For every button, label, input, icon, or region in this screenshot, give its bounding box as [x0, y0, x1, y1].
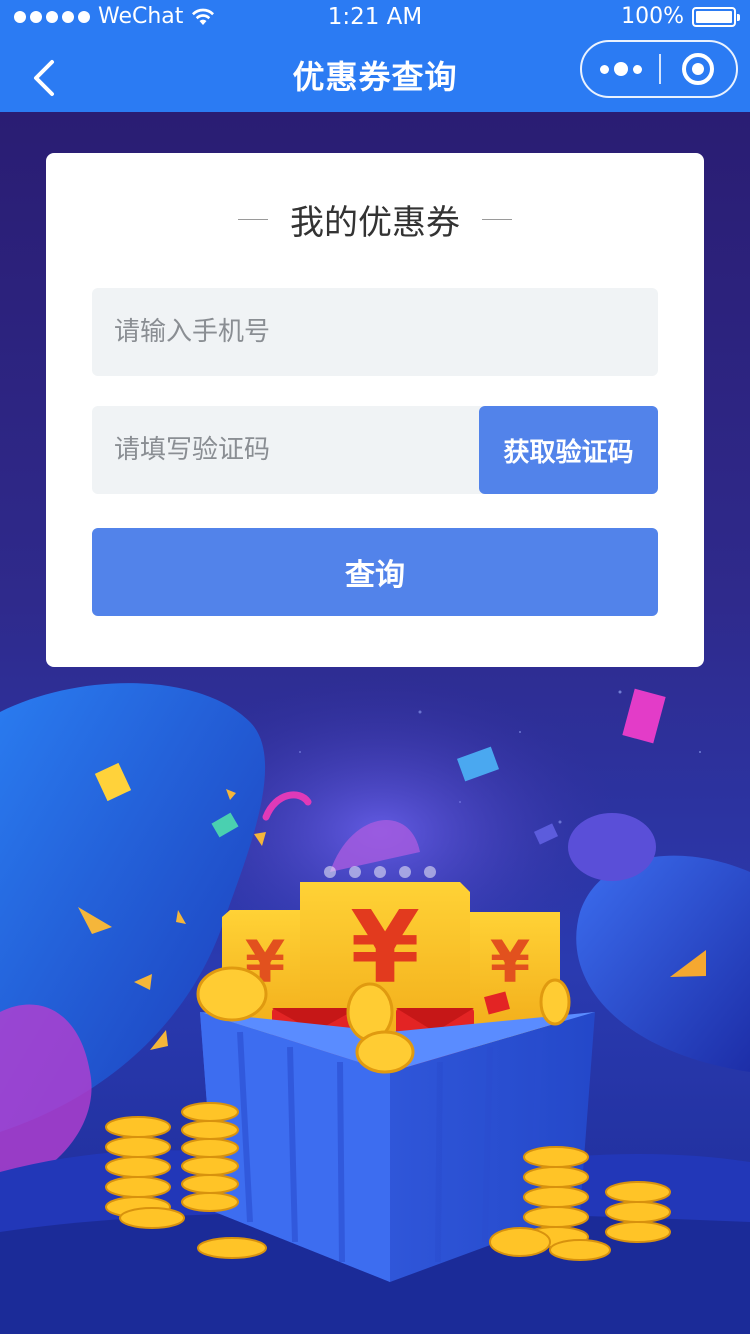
- title-rule-right: [482, 218, 512, 220]
- get-code-button[interactable]: 获取验证码: [479, 406, 658, 494]
- battery-icon: [692, 6, 740, 27]
- more-dots-icon[interactable]: [582, 42, 659, 96]
- target-circle-icon: [682, 53, 715, 85]
- yen-symbol-right: ¥: [490, 928, 530, 996]
- verification-code-input[interactable]: [92, 406, 478, 494]
- battery-percent: 100%: [621, 4, 684, 29]
- coupon-query-card: 我的优惠券 获取验证码 查询: [46, 153, 704, 667]
- card-title: 我的优惠券: [46, 197, 704, 243]
- status-bar: WeChat 1:21 AM 100%: [0, 0, 750, 36]
- verification-code-field: 获取验证码: [92, 406, 658, 494]
- phone-input[interactable]: [92, 288, 658, 376]
- close-mini-program-button[interactable]: [661, 42, 736, 96]
- title-rule-left: [238, 218, 268, 220]
- top-bar: WeChat 1:21 AM 100% 优惠券查询: [0, 0, 750, 112]
- mini-program-capsule: [580, 40, 738, 98]
- query-button[interactable]: 查询: [92, 528, 658, 616]
- phone-field: [92, 288, 658, 376]
- status-right: 100%: [621, 4, 740, 29]
- card-title-text: 我的优惠券: [290, 202, 460, 243]
